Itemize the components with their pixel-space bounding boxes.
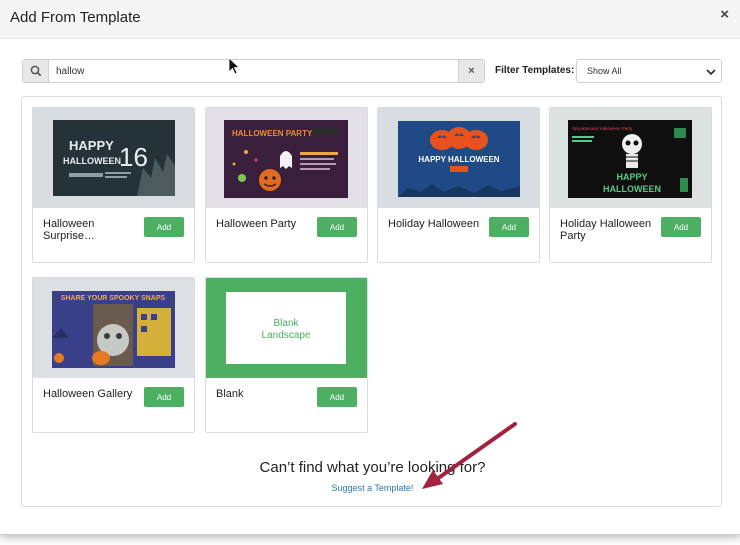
mouse-cursor-icon: [228, 57, 241, 75]
annotation-arrow: [422, 422, 517, 489]
annotation-overlay: [228, 57, 517, 489]
